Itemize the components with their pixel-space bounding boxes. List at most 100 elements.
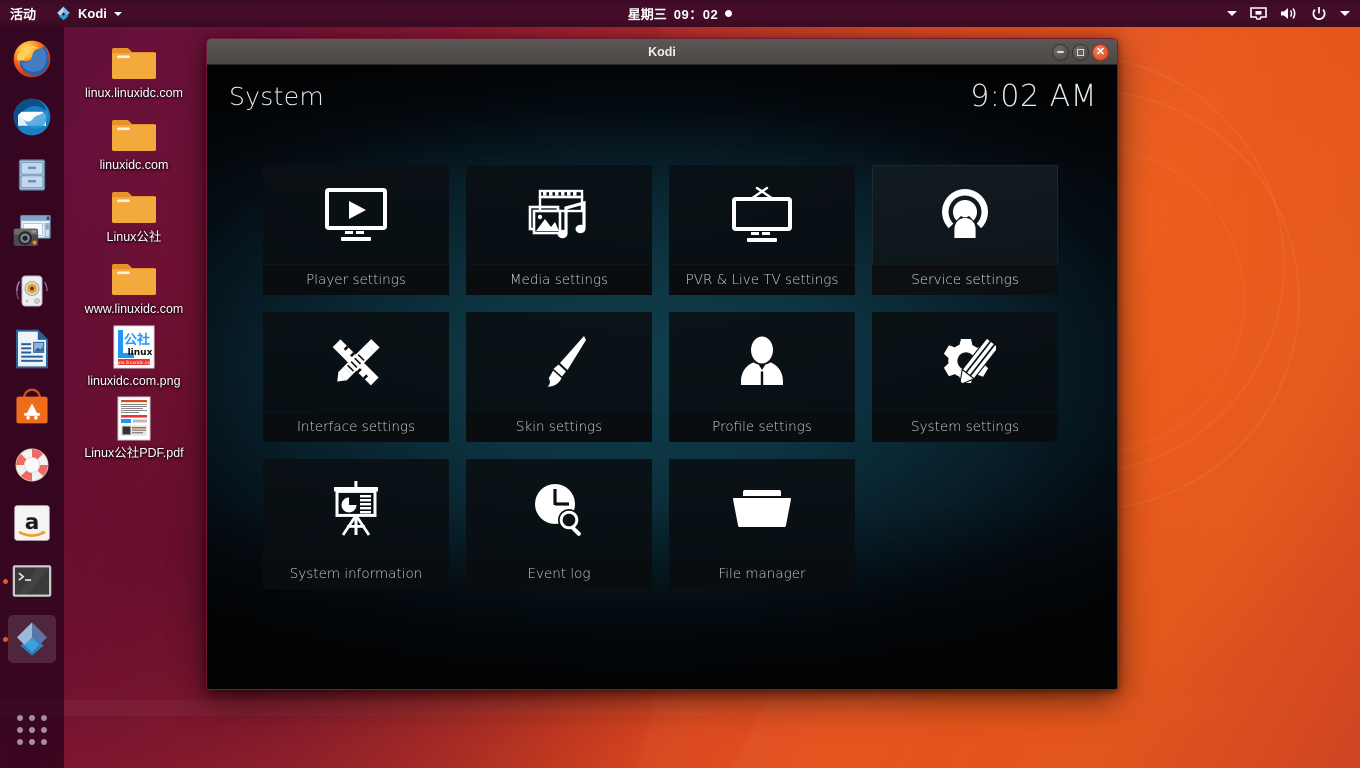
dock-item-thunderbird[interactable] <box>8 93 56 141</box>
folder-icon <box>108 108 160 154</box>
tv-play-icon <box>263 165 449 264</box>
dock-item-libreoffice-writer[interactable] <box>8 325 56 373</box>
tile-label: System settings <box>872 411 1058 442</box>
activities-button[interactable]: 活动 <box>0 0 48 27</box>
dock-item-terminal[interactable] <box>3 557 56 605</box>
tile-interface-settings[interactable]: Interface settings <box>263 312 449 442</box>
paintbrush-icon <box>466 312 652 411</box>
gnome-top-bar: 活动 Kodi 星期三 09：02 <box>0 0 1360 27</box>
file-cabinet-icon <box>18 159 46 191</box>
volume-icon[interactable] <box>1280 6 1298 21</box>
broadcast-person-icon <box>872 165 1058 264</box>
kodi-content: System 9:02 AM Player settings Media set… <box>207 65 1117 689</box>
tile-pvr-live-tv-settings[interactable]: PVR & Live TV settings <box>669 165 855 295</box>
person-icon <box>669 312 855 411</box>
tile-label: Skin settings <box>466 411 652 442</box>
kodi-logo-icon <box>17 622 47 656</box>
desktop-icon-label: Linux公社 <box>106 230 162 244</box>
dock-item-help[interactable] <box>8 441 56 489</box>
tile-file-manager[interactable]: File manager <box>669 459 855 589</box>
page-title: System <box>229 81 325 111</box>
chevron-down-icon[interactable] <box>1227 11 1237 16</box>
tile-event-log[interactable]: Event log <box>466 459 652 589</box>
camera-window-icon <box>13 215 51 247</box>
dock-item-files[interactable] <box>8 151 56 199</box>
app-menu-label: Kodi <box>78 6 107 21</box>
dock-item-kodi[interactable] <box>3 615 56 663</box>
pdf-thumbnail-icon <box>108 396 160 442</box>
tv-antenna-icon <box>669 165 855 264</box>
desktop-icon-linux-gongshe-pdf[interactable]: Linux公社PDF.pdf <box>70 396 198 460</box>
system-status-area[interactable] <box>1227 0 1360 27</box>
svg-text:linux: linux <box>128 348 153 358</box>
desktop-icon-area: linux.linuxidc.com linuxidc.com Linux公社 <box>70 36 198 468</box>
pencil-ruler-icon <box>263 312 449 411</box>
desktop-icon-linuxidc-com-png[interactable]: 公社 linux www.linuxidc.com linuxidc.com.p… <box>70 324 198 388</box>
window-controls: ✕ <box>1052 39 1109 65</box>
desktop-icon-linuxidc-com[interactable]: linuxidc.com <box>70 108 198 172</box>
running-indicator <box>3 636 8 642</box>
folder-icon <box>108 252 160 298</box>
settings-tile-grid: Player settings Media settings PVR & Liv… <box>263 165 1058 589</box>
firefox-icon <box>13 40 51 78</box>
svg-text:公社: 公社 <box>124 332 150 348</box>
tile-skin-settings[interactable]: Skin settings <box>466 312 652 442</box>
clock-area[interactable]: 星期三 09：02 <box>0 4 1360 23</box>
software-bag-icon <box>16 388 48 424</box>
folder-icon <box>108 36 160 82</box>
presentation-chart-icon <box>263 459 449 558</box>
desktop-icon-label: linuxidc.com.png <box>87 374 181 388</box>
image-thumbnail-icon: 公社 linux www.linuxidc.com <box>108 324 160 370</box>
tile-label: File manager <box>669 558 855 589</box>
folder-icon <box>108 180 160 226</box>
activities-label: 活动 <box>10 7 37 22</box>
tile-media-settings[interactable]: Media settings <box>466 165 652 295</box>
tile-label: PVR & Live TV settings <box>669 264 855 295</box>
tile-label: Event log <box>466 558 652 589</box>
window-title: Kodi <box>648 44 676 59</box>
svg-text:a: a <box>25 510 40 535</box>
tile-system-settings[interactable]: System settings <box>872 312 1058 442</box>
terminal-icon <box>12 565 52 597</box>
desktop-icon-linux-linuxidc-com[interactable]: linux.linuxidc.com <box>70 36 198 100</box>
network-icon[interactable] <box>1250 6 1267 21</box>
chevron-down-icon <box>113 11 122 16</box>
kodi-clock: 9:02 AM <box>970 78 1097 114</box>
amazon-icon: a <box>14 505 50 541</box>
thunderbird-mail-icon <box>13 98 51 136</box>
close-button[interactable]: ✕ <box>1092 43 1109 61</box>
tile-profile-settings[interactable]: Profile settings <box>669 312 855 442</box>
kodi-header: System 9:02 AM <box>207 65 1117 127</box>
ubuntu-launcher-dock: a <box>0 27 64 768</box>
maximize-button[interactable] <box>1072 43 1089 61</box>
dock-item-rhythmbox[interactable] <box>8 267 56 315</box>
show-applications-button[interactable] <box>8 706 56 754</box>
minimize-button[interactable] <box>1052 43 1069 61</box>
gear-wrench-icon <box>872 312 1058 411</box>
window-title-bar[interactable]: Kodi ✕ <box>207 39 1117 65</box>
tile-label: Interface settings <box>263 411 449 442</box>
tile-player-settings[interactable]: Player settings <box>263 165 449 295</box>
desktop-icon-www-linuxidc-com[interactable]: www.linuxidc.com <box>70 252 198 316</box>
tile-label: System information <box>263 558 449 589</box>
running-indicator <box>3 578 8 584</box>
chevron-down-icon[interactable] <box>1340 11 1350 16</box>
tile-service-settings[interactable]: Service settings <box>872 165 1058 295</box>
show-applications-icon <box>17 715 47 745</box>
tile-label: Media settings <box>466 264 652 295</box>
dock-item-amazon[interactable]: a <box>8 499 56 547</box>
media-photo-music-icon <box>466 165 652 264</box>
desktop-icon-linux-gongshe[interactable]: Linux公社 <box>70 180 198 244</box>
app-menu-button[interactable]: Kodi <box>48 0 130 27</box>
svg-text:www.linuxidc.com: www.linuxidc.com <box>113 360 155 366</box>
dock-item-firefox[interactable] <box>8 35 56 83</box>
tile-label: Service settings <box>872 264 1058 295</box>
kodi-logo-icon <box>57 6 70 21</box>
top-bar-left: 活动 Kodi <box>0 0 130 27</box>
desktop-icon-label: linux.linuxidc.com <box>85 86 183 100</box>
dock-item-screenshot[interactable] <box>8 209 56 257</box>
clock-search-icon <box>466 459 652 558</box>
dock-item-ubuntu-software[interactable] <box>8 383 56 431</box>
power-icon[interactable] <box>1311 6 1327 22</box>
tile-system-information[interactable]: System information <box>263 459 449 589</box>
